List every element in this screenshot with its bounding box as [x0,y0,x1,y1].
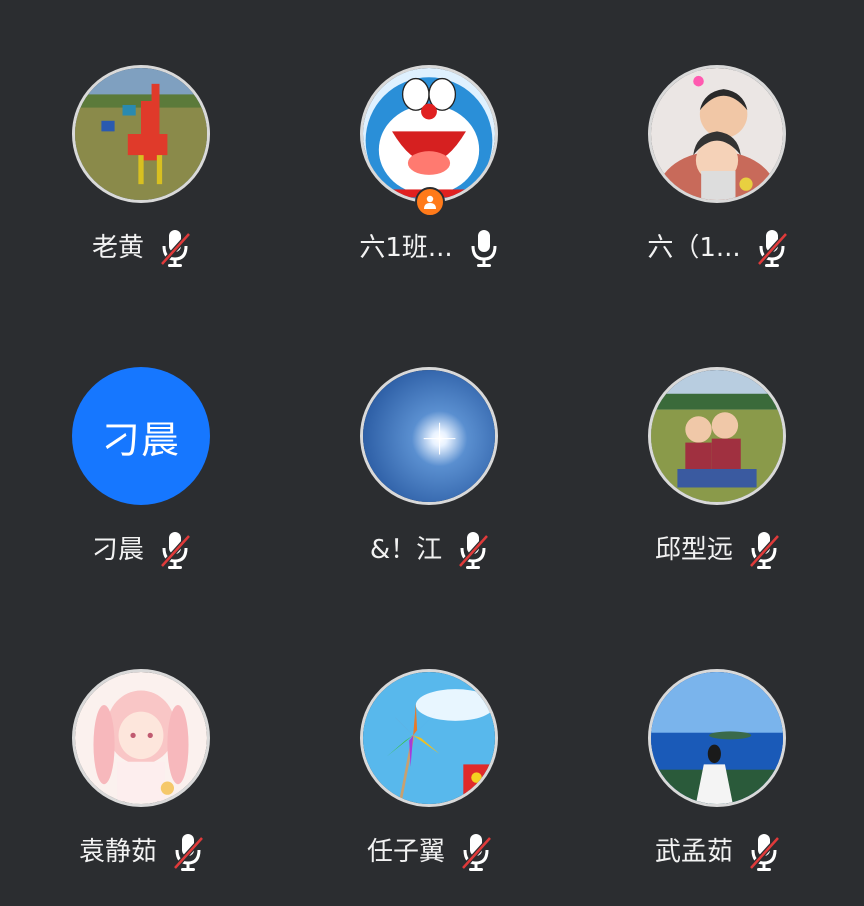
avatar [648,65,786,203]
name-row: 任子翼 [332,831,528,873]
mic-muted-icon[interactable] [747,530,781,570]
avatar [360,65,498,203]
avatar: 刁晨 [72,367,210,505]
avatar [72,669,210,807]
participant-name: 刁晨 [91,535,144,565]
participant-name: 邱型远 [654,535,733,565]
name-row: 袁静茹 [44,831,240,873]
person-icon [424,195,436,209]
avatar [360,669,498,807]
name-row: 邱型远 [620,529,816,571]
participant-name: 任子翼 [366,837,445,867]
name-row: 刁晨 [44,529,240,571]
participant-tile[interactable]: 六1班... [332,65,532,295]
name-row: 武孟茹 [620,831,816,873]
participant-tile[interactable]: 武孟茹 [620,669,820,899]
participant-tile[interactable]: 六（1... [620,65,820,295]
participant-name: 袁静茹 [78,837,157,867]
mic-muted-icon[interactable] [171,832,205,872]
participant-grid: 老黄 六1班... 六（1... 刁晨 刁晨 &！江 邱型远 袁静茹 任子翼 武… [0,0,864,906]
avatar [648,367,786,505]
participant-name: 老黄 [91,233,144,263]
mic-muted-icon[interactable] [755,228,789,268]
participant-name: 六（1... [647,233,741,263]
avatar [72,65,210,203]
avatar [360,367,498,505]
mic-muted-icon[interactable] [158,530,192,570]
host-badge [415,187,445,217]
participant-name: 武孟茹 [654,837,733,867]
participant-tile[interactable]: 刁晨 刁晨 [44,367,244,597]
participant-tile[interactable]: 任子翼 [332,669,532,899]
name-row: &！江 [332,529,528,571]
mic-muted-icon[interactable] [459,832,493,872]
mic-on-icon[interactable] [467,228,501,268]
participant-tile[interactable]: 袁静茹 [44,669,244,899]
avatar [648,669,786,807]
mic-muted-icon[interactable] [456,530,490,570]
mic-muted-icon[interactable] [747,832,781,872]
name-row: 老黄 [44,227,240,269]
participant-tile[interactable]: 邱型远 [620,367,820,597]
participant-tile[interactable]: 老黄 [44,65,244,295]
name-row: 六（1... [620,227,816,269]
participant-name: 六1班... [359,233,453,263]
mic-muted-icon[interactable] [158,228,192,268]
name-row: 六1班... [332,227,528,269]
participant-name: &！江 [369,535,443,565]
participant-tile[interactable]: &！江 [332,367,532,597]
